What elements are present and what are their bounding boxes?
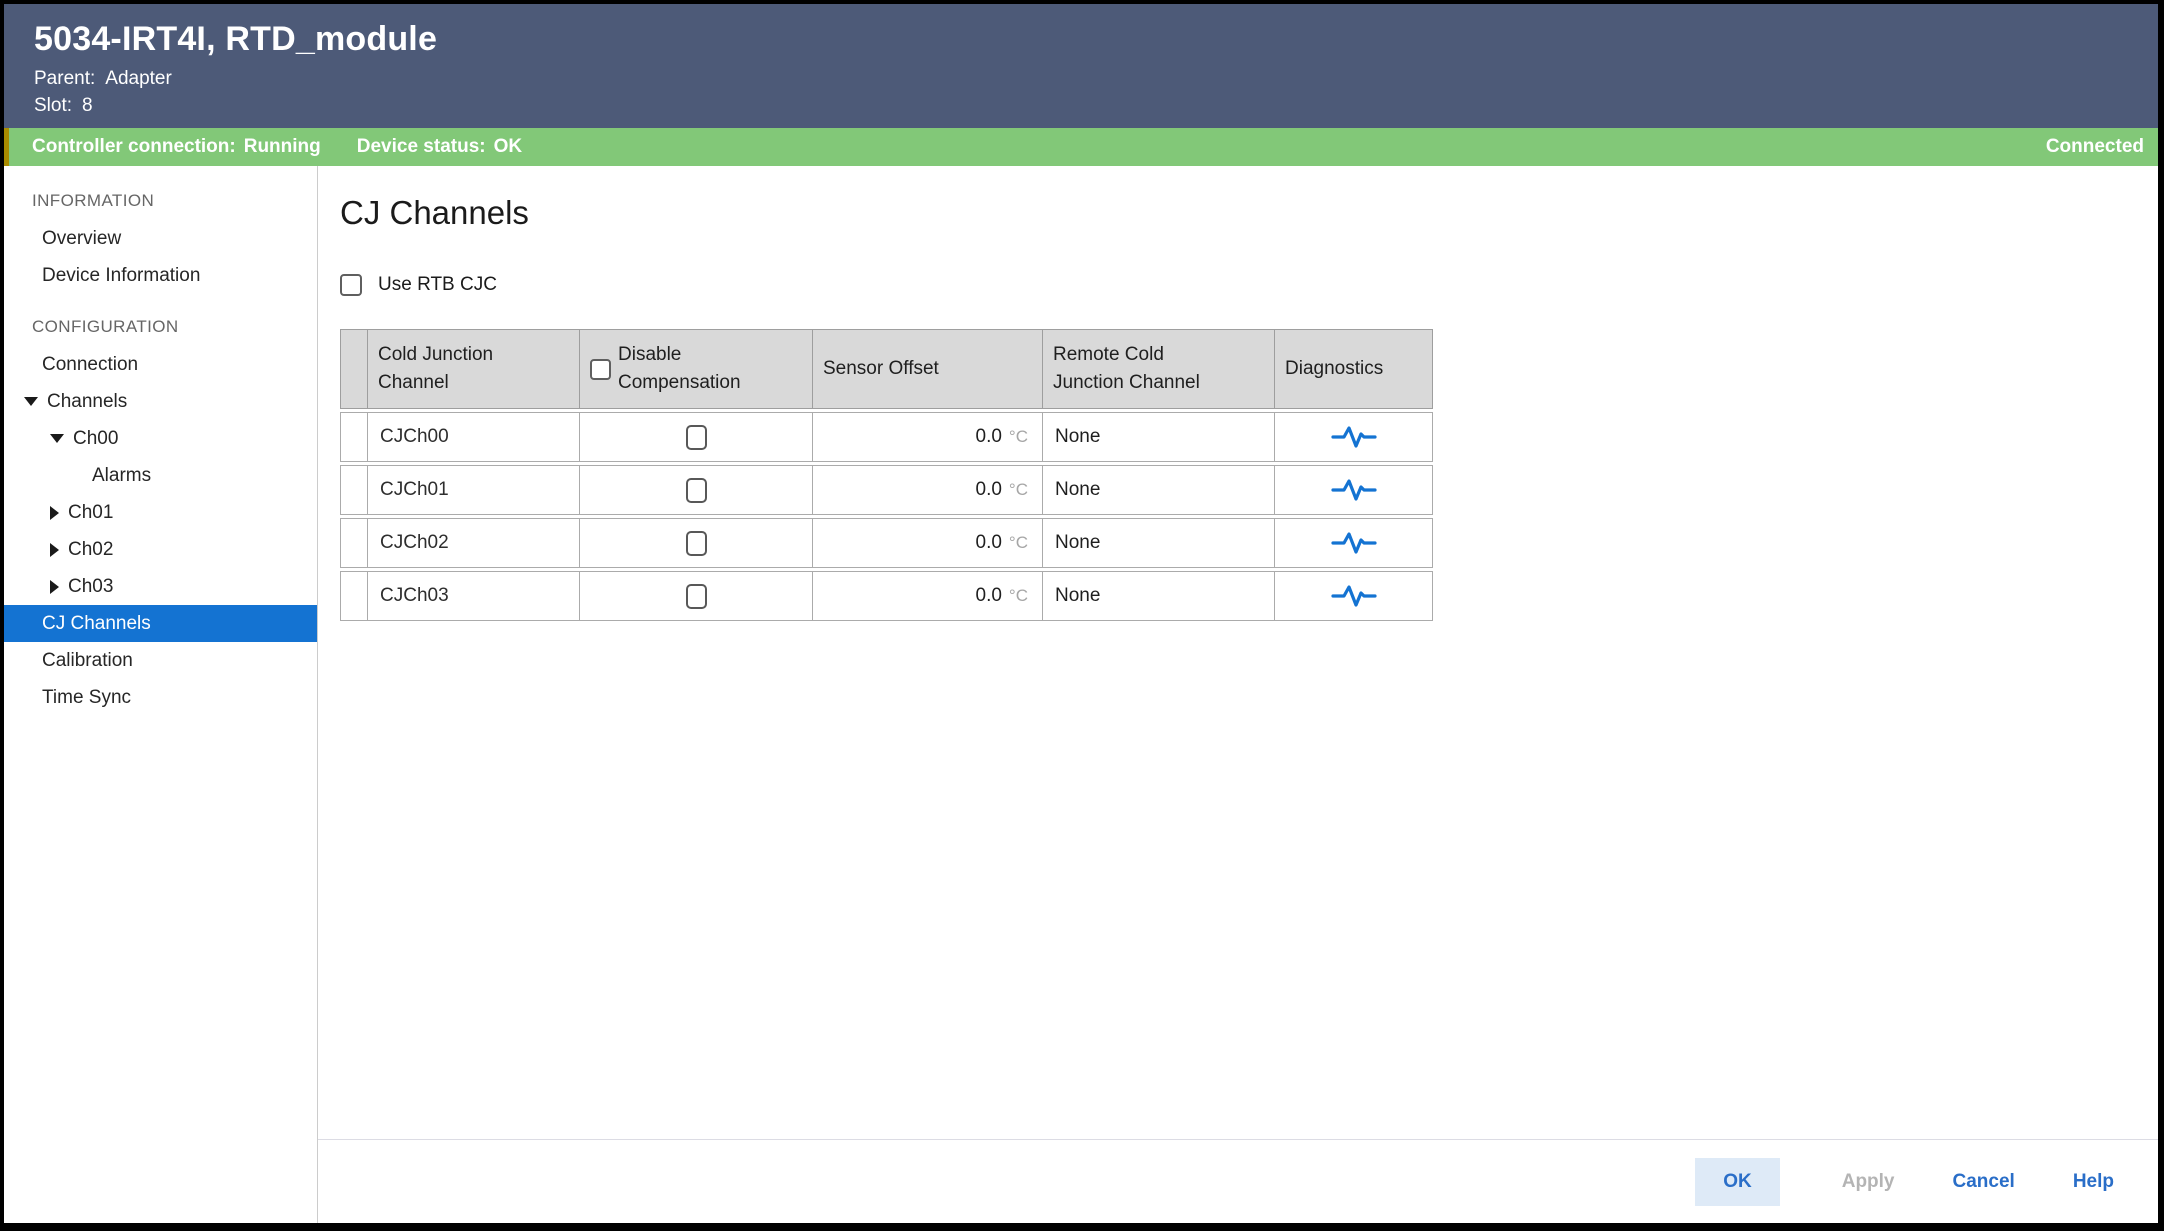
table-row: CJCh00 0.0°C None (340, 412, 1433, 462)
disable-all-checkbox[interactable] (590, 359, 611, 380)
sidebar-item-ch01[interactable]: Ch01 (4, 494, 317, 531)
row-selector-cell[interactable] (340, 518, 368, 568)
expand-arrow-icon[interactable] (50, 434, 64, 443)
row-selector-cell[interactable] (340, 571, 368, 621)
expand-arrow-icon[interactable] (24, 397, 38, 406)
disable-compensation-checkbox[interactable] (686, 478, 707, 503)
diagnostics-cell[interactable] (1275, 465, 1433, 515)
diagnostics-waveform-icon[interactable] (1331, 423, 1377, 451)
row-selector-cell[interactable] (340, 465, 368, 515)
remote-cold-junction-cell[interactable]: None (1043, 465, 1275, 515)
column-header-row-selector (340, 329, 368, 409)
sensor-offset-cell[interactable]: 0.0°C (813, 571, 1043, 621)
ok-button[interactable]: OK (1695, 1158, 1780, 1206)
column-header-remote-cold-junction-channel: Remote Cold Junction Channel (1043, 329, 1275, 409)
apply-button[interactable]: Apply (1824, 1158, 1913, 1206)
sidebar-item-cj-channels[interactable]: CJ Channels (4, 605, 317, 642)
diagnostics-cell[interactable] (1275, 412, 1433, 462)
collapse-arrow-icon[interactable] (50, 543, 59, 557)
channel-name-cell: CJCh02 (368, 518, 580, 568)
controller-connection-value: Running (244, 136, 321, 158)
disable-compensation-checkbox[interactable] (686, 584, 707, 609)
sidebar-item-connection[interactable]: Connection (4, 346, 317, 383)
collapse-arrow-icon[interactable] (50, 506, 59, 520)
cj-channels-panel: CJ Channels Use RTB CJC Cold Jun (318, 166, 2158, 1139)
row-selector-cell[interactable] (340, 412, 368, 462)
device-status-label: Device status: (357, 136, 486, 158)
diagnostics-cell[interactable] (1275, 571, 1433, 621)
sensor-offset-cell[interactable]: 0.0°C (813, 465, 1043, 515)
sensor-offset-cell[interactable]: 0.0°C (813, 518, 1043, 568)
sidebar-item-channels[interactable]: Channels (4, 383, 317, 420)
column-header-sensor-offset: Sensor Offset (813, 329, 1043, 409)
disable-compensation-cell (580, 571, 813, 621)
parent-value: Adapter (105, 68, 172, 90)
unit-label: °C (1009, 586, 1028, 605)
disable-compensation-checkbox[interactable] (686, 531, 707, 556)
table-header-row: Cold Junction Channel Disable Compensati… (340, 329, 1433, 409)
slot-label: Slot: (34, 95, 72, 117)
sensor-offset-cell[interactable]: 0.0°C (813, 412, 1043, 462)
unit-label: °C (1009, 533, 1028, 552)
collapse-arrow-icon[interactable] (50, 580, 59, 594)
column-header-disable-compensation: Disable Compensation (580, 329, 813, 409)
sidebar-item-ch00[interactable]: Ch00 (4, 420, 317, 457)
slot-value: 8 (82, 95, 93, 117)
controller-connection-label: Controller connection: (32, 136, 236, 158)
disable-compensation-checkbox[interactable] (686, 425, 707, 450)
connection-state-badge: Connected (2046, 136, 2144, 158)
sidebar-item-calibration[interactable]: Calibration (4, 642, 317, 679)
diagnostics-waveform-icon[interactable] (1331, 529, 1377, 557)
section-title-configuration: CONFIGURATION (4, 308, 317, 346)
remote-cold-junction-cell[interactable]: None (1043, 518, 1275, 568)
help-button[interactable]: Help (2055, 1158, 2132, 1206)
diagnostics-waveform-icon[interactable] (1331, 476, 1377, 504)
table-row: CJCh03 0.0°C None (340, 571, 1433, 621)
status-accent-strip (4, 128, 9, 166)
sidebar-item-time-sync[interactable]: Time Sync (4, 679, 317, 716)
remote-cold-junction-cell[interactable]: None (1043, 571, 1275, 621)
column-header-diagnostics: Diagnostics (1275, 329, 1433, 409)
disable-compensation-cell (580, 465, 813, 515)
disable-compensation-cell (580, 412, 813, 462)
section-title-information: INFORMATION (4, 182, 317, 220)
dialog-footer: OK Apply Cancel Help (318, 1139, 2158, 1223)
use-rtb-cjc-label: Use RTB CJC (378, 274, 497, 296)
table-row: CJCh02 0.0°C None (340, 518, 1433, 568)
table-row: CJCh01 0.0°C None (340, 465, 1433, 515)
sidebar-item-ch02[interactable]: Ch02 (4, 531, 317, 568)
unit-label: °C (1009, 480, 1028, 499)
channel-name-cell: CJCh01 (368, 465, 580, 515)
column-header-cold-junction-channel: Cold Junction Channel (368, 329, 580, 409)
remote-cold-junction-cell[interactable]: None (1043, 412, 1275, 462)
module-properties-window: 5034-IRT4I, RTD_module Parent: Adapter S… (0, 0, 2164, 1231)
sidebar-item-alarms[interactable]: Alarms (4, 457, 317, 494)
channel-name-cell: CJCh03 (368, 571, 580, 621)
page-title: 5034-IRT4I, RTD_module (34, 20, 2158, 59)
navigation-sidebar: INFORMATION Overview Device Information … (4, 166, 318, 1223)
use-rtb-cjc-checkbox[interactable] (340, 274, 362, 296)
sidebar-item-ch03[interactable]: Ch03 (4, 568, 317, 605)
cancel-button[interactable]: Cancel (1935, 1158, 2033, 1206)
sidebar-item-overview[interactable]: Overview (4, 220, 317, 257)
diagnostics-waveform-icon[interactable] (1331, 582, 1377, 610)
status-bar: Controller connection: Running Device st… (4, 128, 2158, 166)
parent-label: Parent: (34, 68, 95, 90)
diagnostics-cell[interactable] (1275, 518, 1433, 568)
disable-compensation-cell (580, 518, 813, 568)
panel-heading: CJ Channels (340, 194, 2158, 232)
unit-label: °C (1009, 427, 1028, 446)
device-status-value: OK (494, 136, 523, 158)
channel-name-cell: CJCh00 (368, 412, 580, 462)
sidebar-item-device-information[interactable]: Device Information (4, 257, 317, 294)
title-header: 5034-IRT4I, RTD_module Parent: Adapter S… (4, 4, 2158, 128)
cj-channels-table: Cold Junction Channel Disable Compensati… (340, 326, 1433, 624)
